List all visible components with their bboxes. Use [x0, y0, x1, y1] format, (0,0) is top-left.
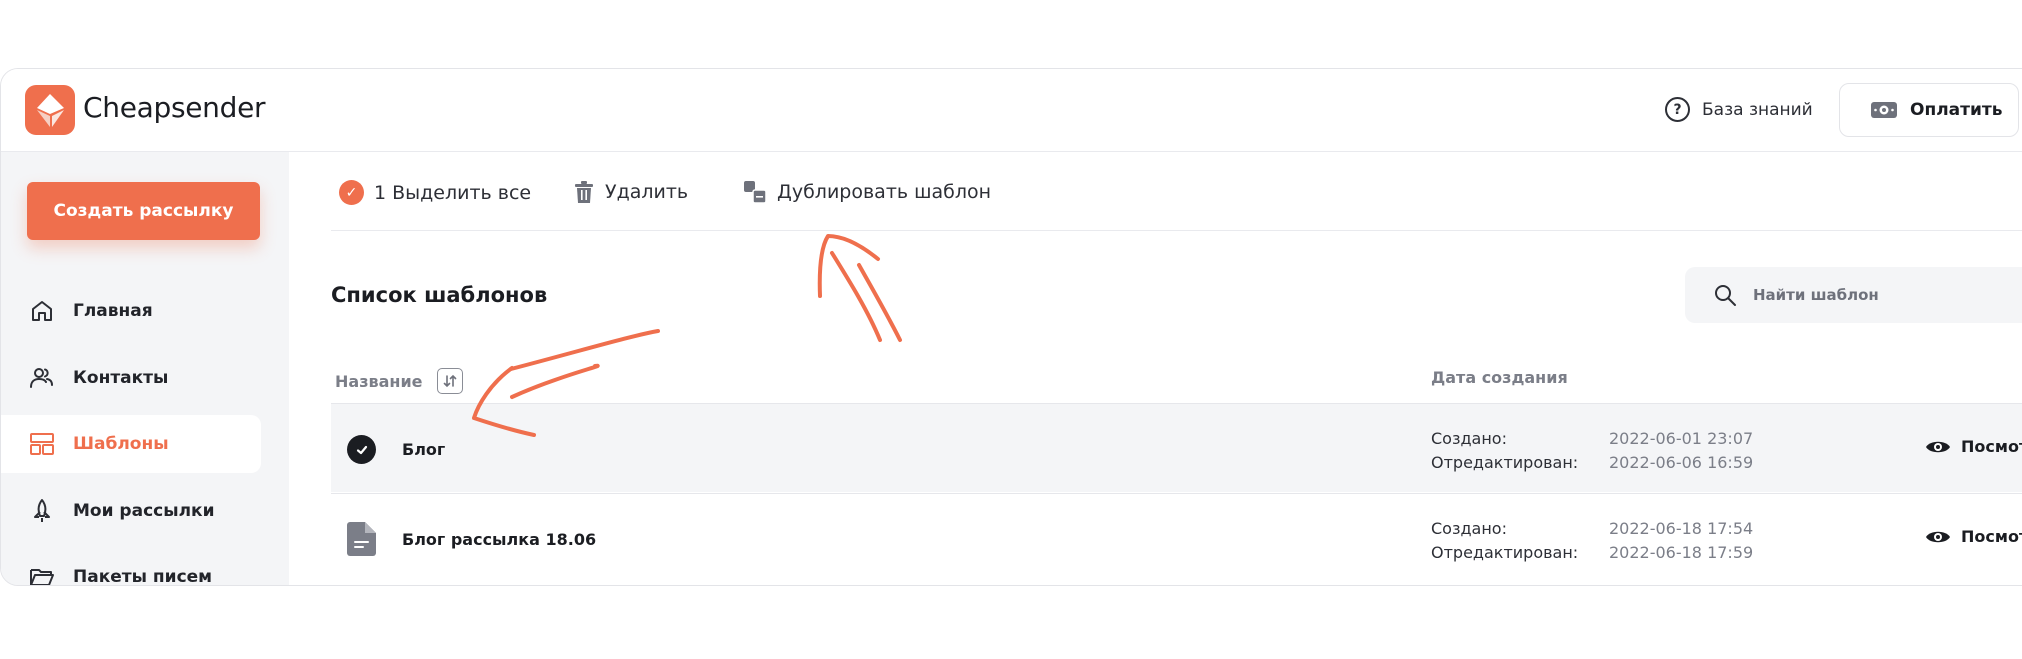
sidebar: Создать рассылку Главная Контакты Шаблон: [1, 152, 289, 586]
row-checked-icon[interactable]: [347, 435, 376, 464]
create-campaign-button[interactable]: Создать рассылку: [27, 182, 260, 240]
sidebar-item-label: Пакеты писем: [73, 567, 213, 586]
template-name[interactable]: Блог: [402, 440, 445, 459]
created-value: 2022-06-18 17:54: [1609, 519, 1754, 538]
selected-count: 1: [374, 181, 387, 204]
view-label: Посмотреть: [1961, 527, 2022, 546]
sort-icon[interactable]: [436, 368, 463, 394]
edited-label: Отредактирован:: [1431, 453, 1579, 472]
templates-icon: [30, 433, 54, 455]
search-icon: [1715, 285, 1736, 306]
sidebar-item-contacts[interactable]: Контакты: [1, 349, 261, 407]
template-name[interactable]: Блог рассылка 18.06: [402, 530, 596, 549]
rocket-icon: [34, 499, 50, 522]
duplicate-template-button[interactable]: Дублировать шаблон: [743, 180, 991, 204]
table-row[interactable]: Блог Создано: 2022-06-01 23:07 Отредакти…: [331, 403, 2022, 492]
sidebar-item-label: Шаблоны: [73, 434, 169, 454]
knowledge-base-link[interactable]: ? База знаний: [1665, 97, 1813, 122]
view-button[interactable]: Посмотреть: [1925, 437, 2022, 456]
eye-icon: [1926, 531, 1950, 542]
folder-icon: [30, 569, 54, 585]
document-icon[interactable]: [347, 522, 376, 556]
select-all-label: Выделить все: [392, 181, 532, 204]
sidebar-item-label: Контакты: [73, 368, 169, 388]
top-bar: Cheapsender ? База знаний Оплатить: [1, 69, 2022, 152]
check-icon: ✓: [339, 180, 364, 205]
sidebar-item-label: Мои рассылки: [73, 501, 215, 521]
pay-button[interactable]: Оплатить: [1839, 83, 2019, 137]
created-label: Создано:: [1431, 429, 1507, 448]
view-button[interactable]: Посмотреть: [1925, 527, 2022, 546]
created-value: 2022-06-01 23:07: [1609, 429, 1754, 448]
sidebar-item-home[interactable]: Главная: [1, 282, 261, 340]
money-icon: [1871, 102, 1897, 118]
main-content: ✓ 1 Выделить все Удалить Дублировать шаб…: [289, 152, 2022, 585]
brand-name[interactable]: Cheapsender: [83, 91, 266, 124]
sidebar-item-label: Главная: [73, 301, 153, 321]
pay-label: Оплатить: [1910, 100, 2003, 120]
column-header-name-label: Название: [335, 371, 423, 391]
app-window: Cheapsender ? База знаний Оплатить Созда…: [0, 68, 2022, 586]
sidebar-item-templates[interactable]: Шаблоны: [1, 415, 261, 473]
view-label: Посмотреть: [1961, 437, 2022, 456]
edited-value: 2022-06-06 16:59: [1609, 453, 1754, 472]
search-box[interactable]: [1685, 267, 2022, 323]
template-dates: Создано: 2022-06-18 17:54 Отредактирован…: [1431, 519, 1753, 562]
sidebar-item-letter-packages[interactable]: Пакеты писем: [1, 548, 261, 586]
column-header-date[interactable]: Дата создания: [1431, 368, 1568, 387]
bulk-actions-toolbar: ✓ 1 Выделить все Удалить Дублировать шаб…: [331, 152, 2022, 231]
help-icon: ?: [1665, 97, 1690, 122]
table-row[interactable]: Блог рассылка 18.06 Создано: 2022-06-18 …: [331, 493, 2022, 582]
template-dates: Создано: 2022-06-01 23:07 Отредактирован…: [1431, 429, 1753, 472]
page-title: Список шаблонов: [331, 283, 548, 307]
delete-label: Удалить: [605, 181, 689, 203]
column-header-name[interactable]: Название: [335, 368, 463, 394]
home-icon: [32, 301, 52, 321]
select-all-button[interactable]: ✓ 1 Выделить все: [339, 180, 531, 205]
created-label: Создано:: [1431, 519, 1507, 538]
edited-label: Отредактирован:: [1431, 543, 1579, 562]
duplicate-icon: [744, 181, 767, 204]
contacts-icon: [30, 368, 53, 388]
delete-button[interactable]: Удалить: [573, 180, 688, 204]
eye-icon: [1926, 441, 1950, 452]
logo-icon[interactable]: [25, 85, 75, 135]
duplicate-label: Дублировать шаблон: [777, 181, 992, 203]
search-input[interactable]: [1753, 286, 2022, 304]
trash-icon: [575, 181, 593, 203]
sidebar-item-my-campaigns[interactable]: Мои рассылки: [1, 482, 261, 540]
knowledge-base-label: База знаний: [1702, 99, 1813, 120]
edited-value: 2022-06-18 17:59: [1609, 543, 1754, 562]
